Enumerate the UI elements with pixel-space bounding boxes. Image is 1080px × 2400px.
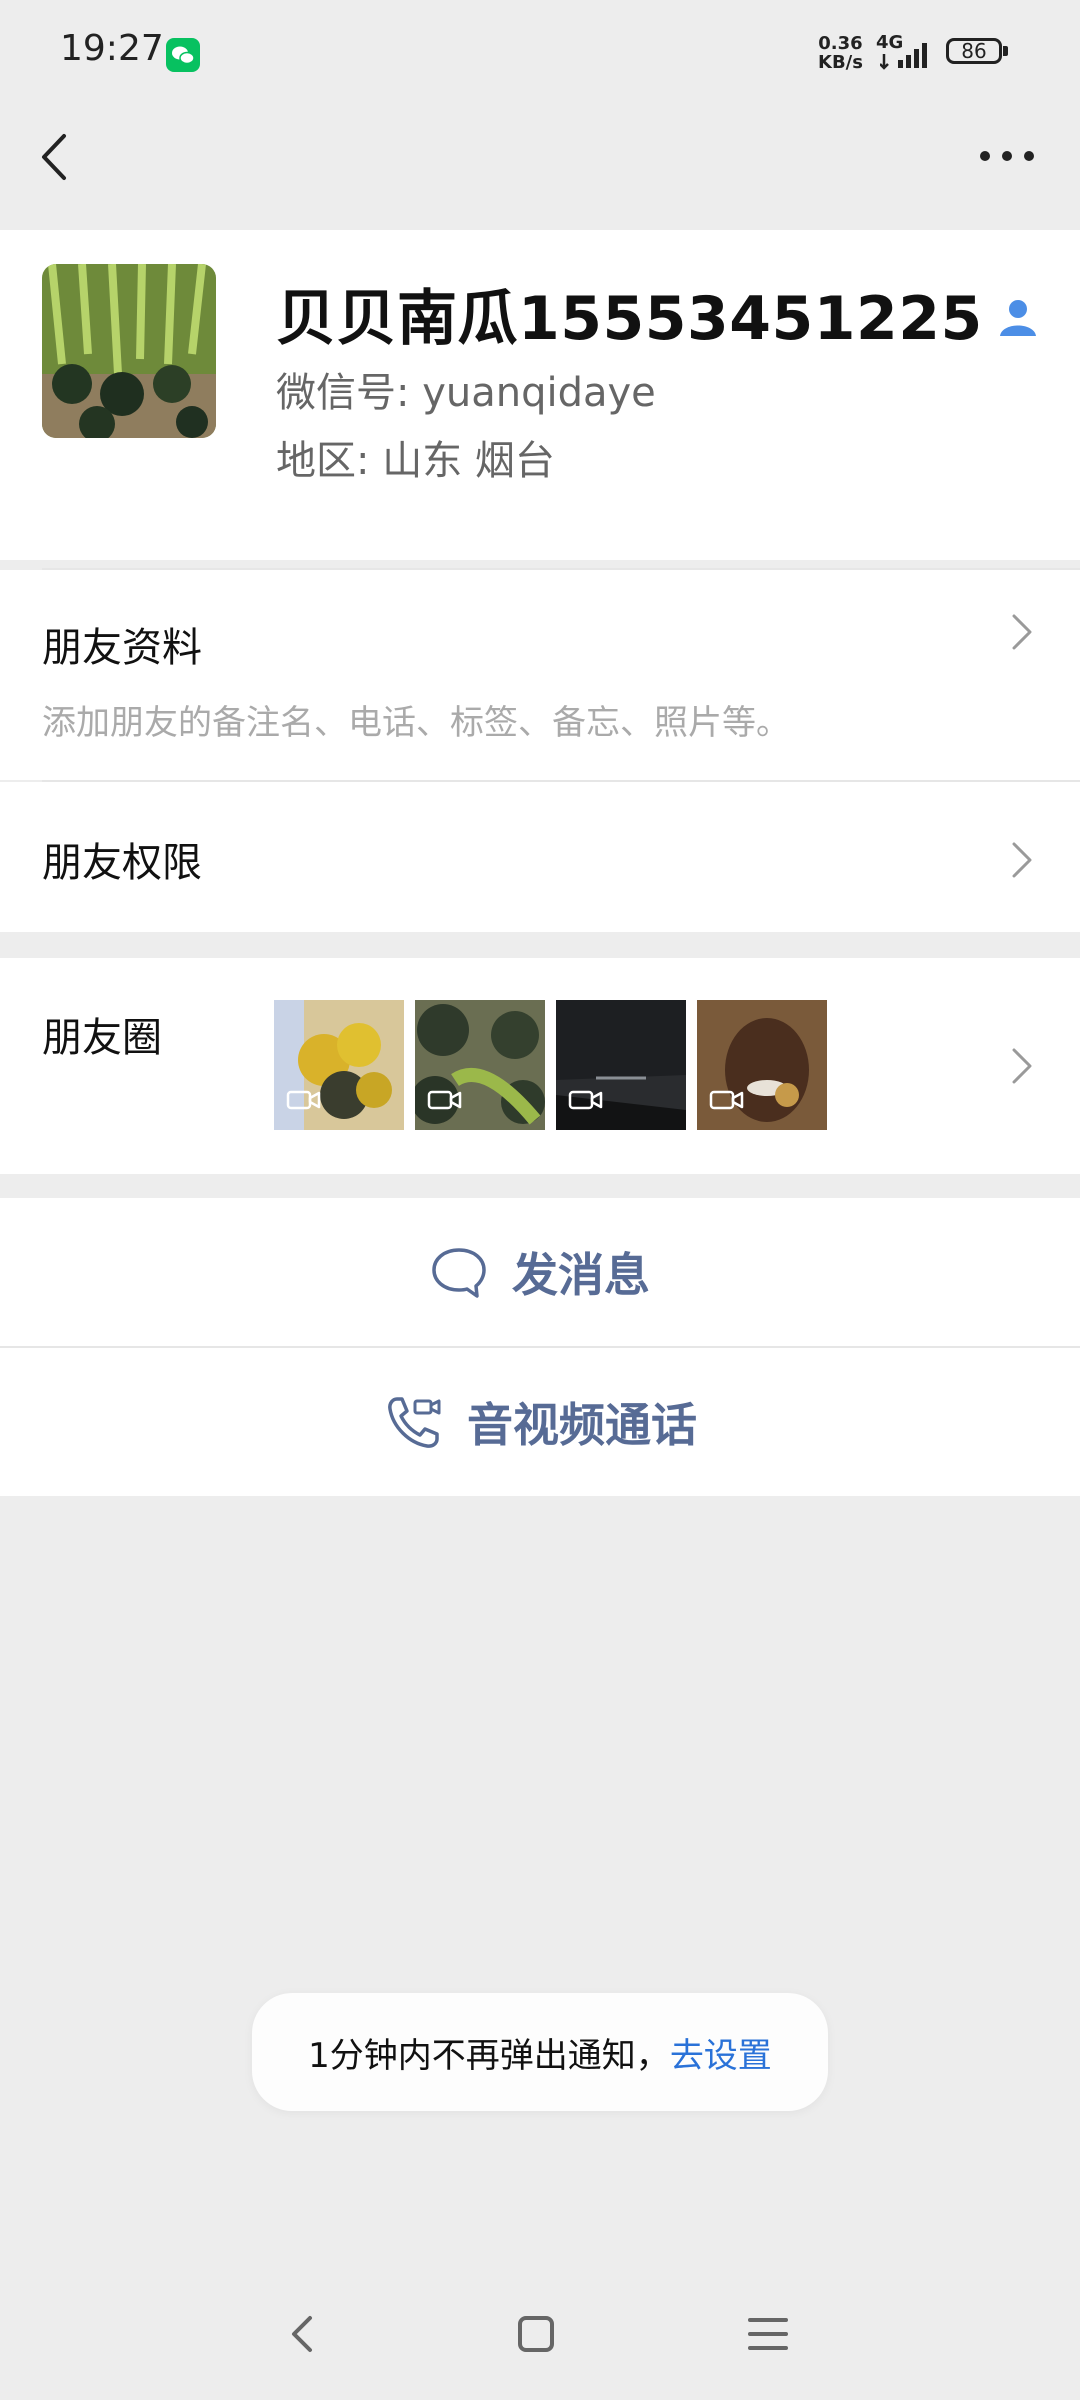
chevron-left-icon bbox=[42, 134, 66, 180]
chevron-right-icon bbox=[1008, 610, 1036, 654]
signal-icon bbox=[879, 38, 936, 74]
region: 地区: 山东 烟台 bbox=[276, 438, 555, 484]
more-dots-icon bbox=[980, 151, 1034, 161]
nav-menu-icon bbox=[748, 2318, 788, 2350]
nav-back-button[interactable] bbox=[280, 2310, 328, 2362]
back-button[interactable] bbox=[30, 122, 90, 192]
phone-video-icon bbox=[383, 1393, 443, 1457]
profile-name-row: 贝贝南瓜15553451225 bbox=[276, 270, 1039, 357]
go-settings-link[interactable]: 去设置 bbox=[670, 2028, 772, 2077]
battery-tip bbox=[1003, 46, 1008, 56]
notification-toast: 1分钟内不再弹出通知， 去设置 bbox=[252, 1993, 828, 2111]
moment-thumbnail[interactable] bbox=[556, 1000, 686, 1130]
call-button[interactable]: 音视频通话 bbox=[0, 1348, 1080, 1496]
avatar[interactable] bbox=[42, 264, 216, 438]
toast-text: 1分钟内不再弹出通知， bbox=[308, 2035, 670, 2076]
person-icon bbox=[997, 296, 1039, 342]
profile-name: 贝贝南瓜15553451225 bbox=[276, 284, 983, 354]
friend-info-title: 朋友资料 bbox=[42, 625, 202, 671]
battery-indicator: 86 bbox=[946, 38, 1002, 64]
wechat-id: 微信号: yuanqidaye bbox=[276, 370, 656, 416]
friend-info-subtitle: 添加朋友的备注名、电话、标签、备忘、照片等。 bbox=[42, 703, 790, 743]
more-button[interactable] bbox=[972, 130, 1042, 180]
friend-permissions-title: 朋友权限 bbox=[42, 840, 202, 886]
moment-thumbnail[interactable] bbox=[415, 1000, 545, 1130]
moments-title: 朋友圈 bbox=[42, 1015, 162, 1061]
nav-home-icon bbox=[518, 2316, 554, 2352]
send-message-button[interactable]: 发消息 bbox=[0, 1198, 1080, 1346]
nav-menu-button[interactable] bbox=[744, 2310, 792, 2362]
video-camera-icon bbox=[427, 1088, 463, 1116]
send-message-label: 发消息 bbox=[512, 1248, 650, 1302]
friend-info-row[interactable] bbox=[0, 570, 1080, 780]
nav-home-button[interactable] bbox=[512, 2310, 560, 2362]
moment-thumbnail[interactable] bbox=[697, 1000, 827, 1130]
wechat-icon bbox=[166, 38, 200, 72]
network-speed: 0.36 KB/s bbox=[818, 34, 863, 72]
nav-back-icon bbox=[292, 2316, 312, 2352]
chevron-right-icon bbox=[1008, 838, 1036, 882]
call-label: 音视频通话 bbox=[467, 1398, 697, 1452]
video-camera-icon bbox=[286, 1088, 322, 1116]
chat-bubble-icon bbox=[430, 1246, 488, 1304]
status-time: 19:27 bbox=[60, 28, 164, 69]
network-speed-value: 0.36 bbox=[818, 33, 863, 54]
chevron-right-icon bbox=[1008, 1044, 1036, 1088]
video-camera-icon bbox=[568, 1088, 604, 1116]
moment-thumbnail[interactable] bbox=[274, 1000, 404, 1130]
video-camera-icon bbox=[709, 1088, 745, 1116]
network-speed-unit: KB/s bbox=[818, 52, 863, 73]
